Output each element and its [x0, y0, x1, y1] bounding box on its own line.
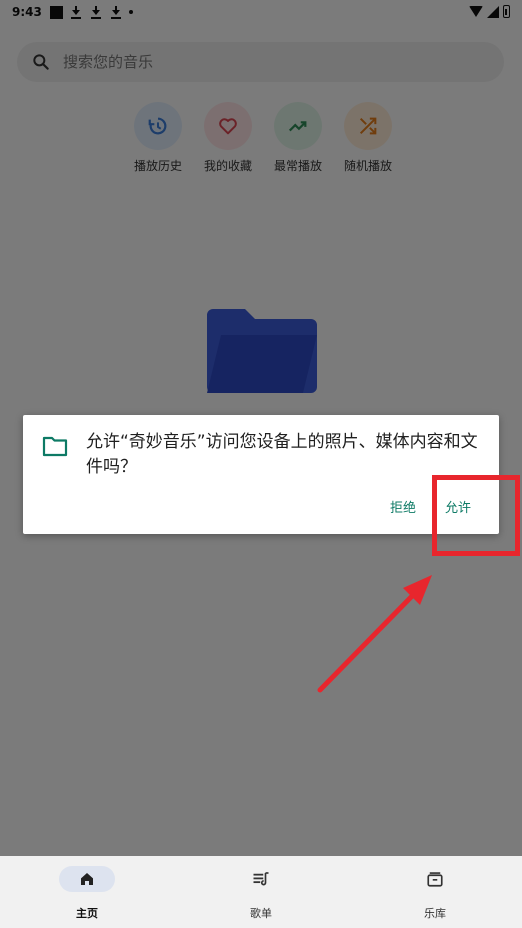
nav-item-home[interactable]: 主页 [0, 856, 174, 928]
dialog-message: 允许“奇妙音乐”访问您设备上的照片、媒体内容和文件吗？ [86, 432, 478, 477]
nav-item-library[interactable]: 乐库 [348, 856, 522, 928]
nav-indicator [59, 866, 115, 892]
playlist-icon [253, 872, 269, 886]
nav-indicator [233, 866, 289, 892]
annotation-highlight-box [432, 475, 520, 556]
permission-dialog: 允许“奇妙音乐”访问您设备上的照片、媒体内容和文件吗？ 拒绝 允许 [23, 415, 499, 534]
home-icon [81, 873, 93, 885]
folder-icon [42, 436, 68, 457]
bottom-navigation: 主页 歌单 乐库 [0, 856, 522, 928]
deny-button[interactable]: 拒绝 [390, 497, 416, 516]
nav-label: 主页 [76, 907, 98, 920]
annotation-arrow-icon [317, 575, 432, 693]
library-icon [427, 872, 443, 887]
nav-label: 乐库 [424, 907, 446, 920]
nav-item-playlists[interactable]: 歌单 [174, 856, 348, 928]
nav-indicator [407, 866, 463, 892]
nav-label: 歌单 [250, 907, 272, 920]
